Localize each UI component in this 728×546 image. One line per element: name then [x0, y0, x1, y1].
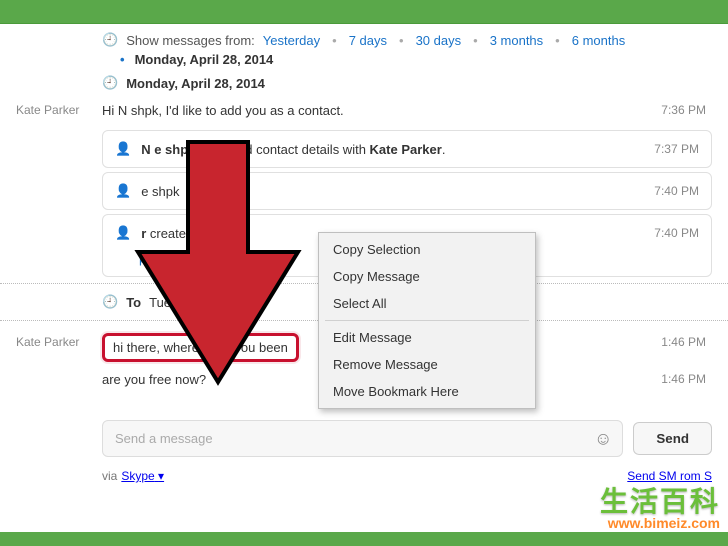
- filter-3months[interactable]: 3 months: [490, 33, 543, 48]
- clock-icon: 🕘: [102, 294, 118, 310]
- watermark: 生活百科 www.bimeiz.com: [600, 488, 720, 530]
- menu-remove-message[interactable]: Remove Message: [319, 351, 535, 378]
- compose-input[interactable]: Send a message ☺: [102, 420, 623, 457]
- person-icon: 👤: [115, 183, 131, 199]
- person-icon: 👤: [115, 225, 131, 241]
- bottom-app-bar: [0, 532, 728, 546]
- message-text[interactable]: Hi N shpk, I'd like to add you as a cont…: [102, 101, 642, 120]
- message-time: 1:46 PM: [642, 370, 712, 389]
- top-app-bar: [0, 0, 728, 24]
- compose-row: Send a message ☺ Send: [0, 410, 728, 463]
- person-icon: 👤: [115, 141, 131, 157]
- highlighted-message[interactable]: hi there, where have you been: [102, 333, 299, 362]
- filter-yesterday[interactable]: Yesterday: [263, 33, 320, 48]
- system-confirmation: 👤 e shpk 7:40 PM: [102, 172, 712, 210]
- filter-30days[interactable]: 30 days: [416, 33, 462, 48]
- sender-name: [16, 370, 102, 389]
- watermark-url: www.bimeiz.com: [600, 516, 720, 530]
- message-time: 7:40 PM: [654, 184, 699, 198]
- today-date: Tuesday, March 24,: [149, 295, 262, 310]
- system-text: e shpk: [141, 184, 179, 199]
- via-label: via: [102, 469, 117, 483]
- menu-edit-message[interactable]: Edit Message: [319, 324, 535, 351]
- separator-dot: •: [399, 33, 404, 48]
- context-menu: Copy Selection Copy Message Select All E…: [318, 232, 536, 409]
- clock-icon: 🕘: [102, 75, 118, 91]
- menu-copy-selection[interactable]: Copy Selection: [319, 236, 535, 263]
- date-header-row: 🕘 Monday, April 28, 2014: [0, 67, 728, 95]
- message-time: 1:46 PM: [642, 333, 712, 362]
- send-button[interactable]: Send: [633, 422, 712, 455]
- emoji-button[interactable]: ☺: [594, 428, 612, 449]
- date-header: Monday, April 28, 2014: [126, 76, 265, 91]
- menu-copy-message[interactable]: Copy Message: [319, 263, 535, 290]
- menu-move-bookmark[interactable]: Move Bookmark Here: [319, 378, 535, 405]
- message-filter-row: 🕘 Show messages from: Yesterday • 7 days…: [0, 24, 728, 52]
- separator-dot: •: [332, 33, 337, 48]
- send-sms-link[interactable]: Send SM rom S: [627, 469, 712, 483]
- chevron-down-icon: ▾: [158, 469, 164, 483]
- message-time: 7:37 PM: [654, 142, 699, 156]
- separator-dot: •: [555, 33, 560, 48]
- selected-filter-date: Monday, April 28, 2014: [0, 52, 728, 67]
- system-contact-shared: 👤 N e shphas shared contact details with…: [102, 130, 712, 168]
- sender-name: Kate Parker: [16, 333, 102, 362]
- system-text: N e shphas shared contact details with K…: [141, 142, 445, 157]
- menu-divider: [325, 320, 529, 321]
- clock-icon: 🕘: [102, 32, 118, 48]
- message-time: 7:36 PM: [642, 101, 712, 120]
- filter-6months[interactable]: 6 months: [572, 33, 625, 48]
- message-time: 7:40 PM: [654, 226, 699, 240]
- watermark-text: 生活百科: [600, 488, 720, 516]
- filter-7days[interactable]: 7 days: [349, 33, 387, 48]
- sender-name: Kate Parker: [16, 101, 102, 120]
- via-method-dropdown[interactable]: Skype ▾: [121, 469, 164, 483]
- today-label: To: [126, 295, 141, 310]
- menu-select-all[interactable]: Select All: [319, 290, 535, 317]
- message-row: Kate Parker Hi N shpk, I'd like to add y…: [0, 95, 728, 126]
- system-text: r created a gro: [141, 226, 226, 241]
- filter-label: Show messages from:: [126, 33, 255, 48]
- compose-placeholder: Send a message: [115, 431, 213, 446]
- separator-dot: •: [473, 33, 478, 48]
